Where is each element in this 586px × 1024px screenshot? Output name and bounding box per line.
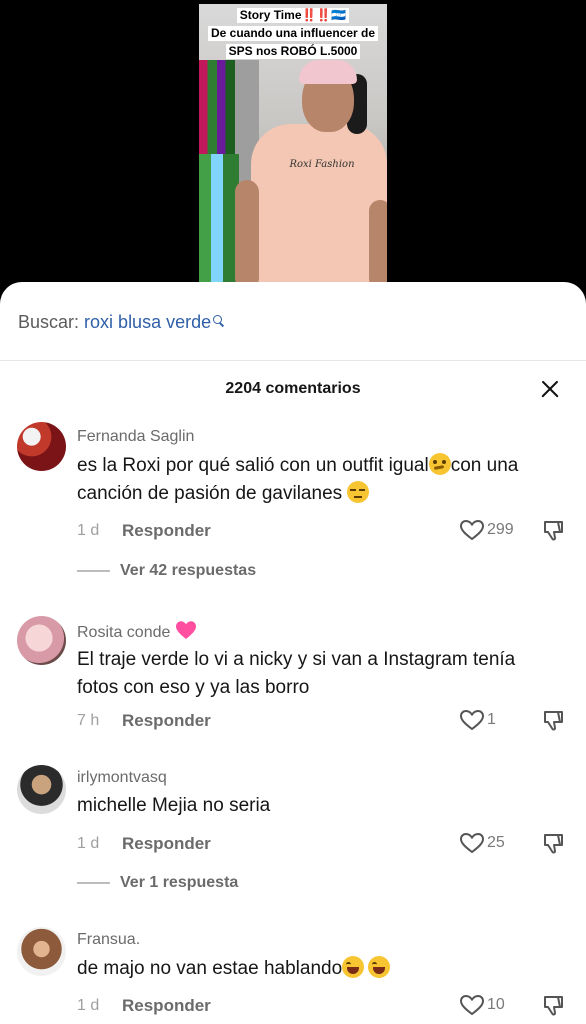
reply-button[interactable]: Responder bbox=[122, 521, 211, 541]
video-area[interactable]: Roxi Fashion Story Time‼️‼️🇭🇳 De cuando … bbox=[0, 0, 586, 300]
comment-author[interactable]: Fransua. bbox=[77, 931, 140, 949]
view-replies-button[interactable]: Ver 1 respuesta bbox=[77, 874, 238, 892]
pink-heart-icon bbox=[175, 621, 196, 639]
search-suggestion[interactable]: Buscar: roxi blusa verde bbox=[18, 312, 224, 333]
unamused-face-icon bbox=[347, 481, 370, 503]
comment-time: 7 h bbox=[77, 712, 100, 729]
comment-time: 1 d bbox=[77, 835, 100, 852]
comments-sheet: Buscar: roxi blusa verde 2204 comentario… bbox=[0, 282, 586, 1024]
divider bbox=[77, 882, 110, 884]
heart-icon bbox=[459, 832, 485, 854]
comment-author-name: Rosita conde bbox=[77, 624, 171, 641]
thinking-face-icon bbox=[428, 453, 451, 475]
comment-time: 1 d bbox=[77, 522, 100, 539]
avatar[interactable] bbox=[17, 616, 66, 665]
avatar[interactable] bbox=[17, 765, 66, 814]
laughing-tears-icon bbox=[368, 956, 391, 978]
search-label: Buscar: bbox=[18, 312, 80, 332]
comment-author[interactable]: Fernanda Saglin bbox=[77, 428, 194, 446]
divider bbox=[0, 360, 586, 361]
close-icon[interactable] bbox=[538, 377, 562, 401]
person-image bbox=[299, 60, 357, 84]
comment-text-part: es la Roxi por qué salió con un outfit i… bbox=[77, 455, 429, 476]
video-caption: Story Time‼️‼️🇭🇳 De cuando una influence… bbox=[199, 6, 387, 60]
comment-text: michelle Mejia no seria bbox=[77, 795, 271, 816]
comment-text-part: de majo no van estae hablando bbox=[77, 958, 343, 979]
heart-icon bbox=[459, 994, 485, 1016]
dislike-icon[interactable] bbox=[541, 519, 565, 543]
like-button[interactable]: 1 bbox=[459, 709, 496, 731]
avatar[interactable] bbox=[17, 927, 66, 976]
divider bbox=[77, 570, 110, 572]
reply-button[interactable]: Responder bbox=[122, 711, 211, 731]
heart-icon bbox=[459, 709, 485, 731]
video-thumbnail[interactable]: Roxi Fashion Story Time‼️‼️🇭🇳 De cuando … bbox=[199, 4, 387, 300]
heart-icon bbox=[459, 519, 485, 541]
view-replies-label: Ver 1 respuesta bbox=[120, 874, 239, 891]
person-image bbox=[369, 200, 387, 290]
comment-author[interactable]: irlymontvasq bbox=[77, 769, 167, 787]
comment-author[interactable]: Rosita conde bbox=[77, 620, 197, 642]
comment-text: de majo no van estae hablando bbox=[77, 955, 547, 983]
like-button[interactable]: 25 bbox=[459, 832, 505, 854]
caption-line: SPS nos ROBÓ L.5000 bbox=[225, 44, 361, 59]
avatar[interactable] bbox=[17, 422, 66, 471]
like-button[interactable]: 299 bbox=[459, 519, 514, 541]
search-icon bbox=[212, 314, 224, 328]
search-query-link[interactable]: roxi blusa verde bbox=[84, 312, 211, 332]
person-image bbox=[235, 180, 259, 290]
like-count: 299 bbox=[487, 521, 514, 538]
caption-line: De cuando una influencer de bbox=[207, 26, 379, 41]
view-replies-label: Ver 42 respuestas bbox=[120, 562, 257, 579]
clothing-rack-image bbox=[199, 154, 239, 300]
reply-button[interactable]: Responder bbox=[122, 834, 211, 854]
view-replies-button[interactable]: Ver 42 respuestas bbox=[77, 562, 256, 580]
comment-text: es la Roxi por qué salió con un outfit i… bbox=[77, 452, 547, 508]
dislike-icon[interactable] bbox=[541, 832, 565, 856]
like-count: 1 bbox=[487, 711, 496, 728]
comment-text: El traje verde lo vi a nicky y si van a … bbox=[77, 649, 516, 698]
dislike-icon[interactable] bbox=[541, 709, 565, 733]
like-count: 10 bbox=[487, 996, 505, 1013]
like-count: 25 bbox=[487, 834, 505, 851]
comments-count: 2204 comentarios bbox=[225, 380, 361, 397]
like-button[interactable]: 10 bbox=[459, 994, 505, 1016]
shirt-print-text: Roxi Fashion bbox=[289, 159, 355, 170]
comment-time: 1 d bbox=[77, 997, 100, 1014]
dislike-icon[interactable] bbox=[541, 994, 565, 1018]
laughing-tears-icon bbox=[342, 956, 365, 978]
person-image bbox=[251, 124, 387, 300]
caption-line: Story Time‼️‼️🇭🇳 bbox=[236, 8, 350, 23]
reply-button[interactable]: Responder bbox=[122, 996, 211, 1016]
